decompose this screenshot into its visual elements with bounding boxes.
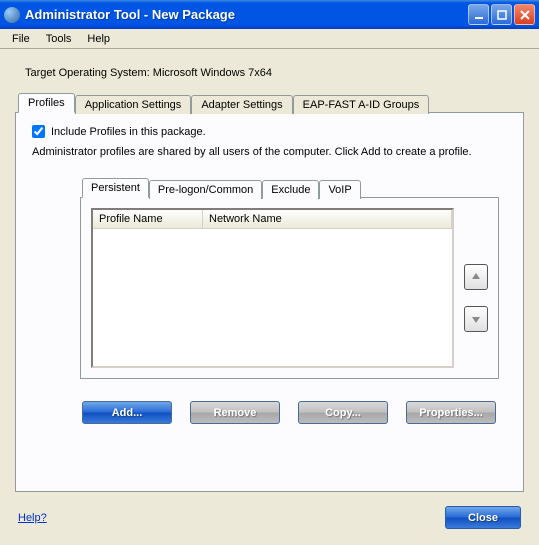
tab-eap-fast-groups[interactable]: EAP-FAST A-ID Groups <box>293 95 430 114</box>
tab-application-settings[interactable]: Application Settings <box>75 95 192 114</box>
list-header: Profile Name Network Name <box>93 210 452 229</box>
properties-button[interactable]: Properties... <box>406 401 496 424</box>
column-profile-name[interactable]: Profile Name <box>93 210 203 228</box>
menu-tools[interactable]: Tools <box>38 31 80 47</box>
help-link[interactable]: Help? <box>18 512 47 524</box>
tab-prelogon[interactable]: Pre-logon/Common <box>149 180 262 199</box>
reorder-buttons <box>464 208 488 368</box>
tab-exclude[interactable]: Exclude <box>262 180 319 199</box>
include-profiles-label: Include Profiles in this package. <box>51 126 206 138</box>
maximize-button[interactable] <box>491 4 512 25</box>
tab-voip[interactable]: VoIP <box>319 180 360 199</box>
description-text: Administrator profiles are shared by all… <box>32 146 511 158</box>
profile-list-panel: Profile Name Network Name <box>80 197 499 379</box>
remove-button[interactable]: Remove <box>190 401 280 424</box>
content-area: Target Operating System: Microsoft Windo… <box>0 49 539 545</box>
title-bar: Administrator Tool - New Package <box>0 0 539 29</box>
bottom-row: Help? Close <box>18 506 521 529</box>
menu-bar: File Tools Help <box>0 29 539 49</box>
move-down-button[interactable] <box>464 306 488 332</box>
tab-body: Include Profiles in this package. Admini… <box>15 112 524 492</box>
menu-help[interactable]: Help <box>79 31 118 47</box>
profile-category-tabs: Persistent Pre-logon/Common Exclude VoIP <box>82 178 511 197</box>
tab-persistent[interactable]: Persistent <box>82 178 149 198</box>
tab-profiles[interactable]: Profiles <box>18 93 75 113</box>
target-os-label: Target Operating System: Microsoft Windo… <box>25 67 524 79</box>
window-controls <box>468 4 535 25</box>
app-icon <box>4 7 20 23</box>
include-profiles-row: Include Profiles in this package. <box>32 125 511 138</box>
minimize-button[interactable] <box>468 4 489 25</box>
copy-button[interactable]: Copy... <box>298 401 388 424</box>
close-window-button[interactable] <box>514 4 535 25</box>
window-title: Administrator Tool - New Package <box>25 7 468 22</box>
column-network-name[interactable]: Network Name <box>203 210 452 228</box>
include-profiles-checkbox[interactable] <box>32 125 45 138</box>
action-buttons: Add... Remove Copy... Properties... <box>82 401 511 424</box>
main-tabs: Profiles Application Settings Adapter Se… <box>18 93 524 112</box>
list-area: Profile Name Network Name <box>91 208 488 368</box>
add-button[interactable]: Add... <box>82 401 172 424</box>
menu-file[interactable]: File <box>4 31 38 47</box>
tab-adapter-settings[interactable]: Adapter Settings <box>191 95 292 114</box>
profile-list[interactable]: Profile Name Network Name <box>91 208 454 368</box>
close-button[interactable]: Close <box>445 506 521 529</box>
move-up-button[interactable] <box>464 264 488 290</box>
